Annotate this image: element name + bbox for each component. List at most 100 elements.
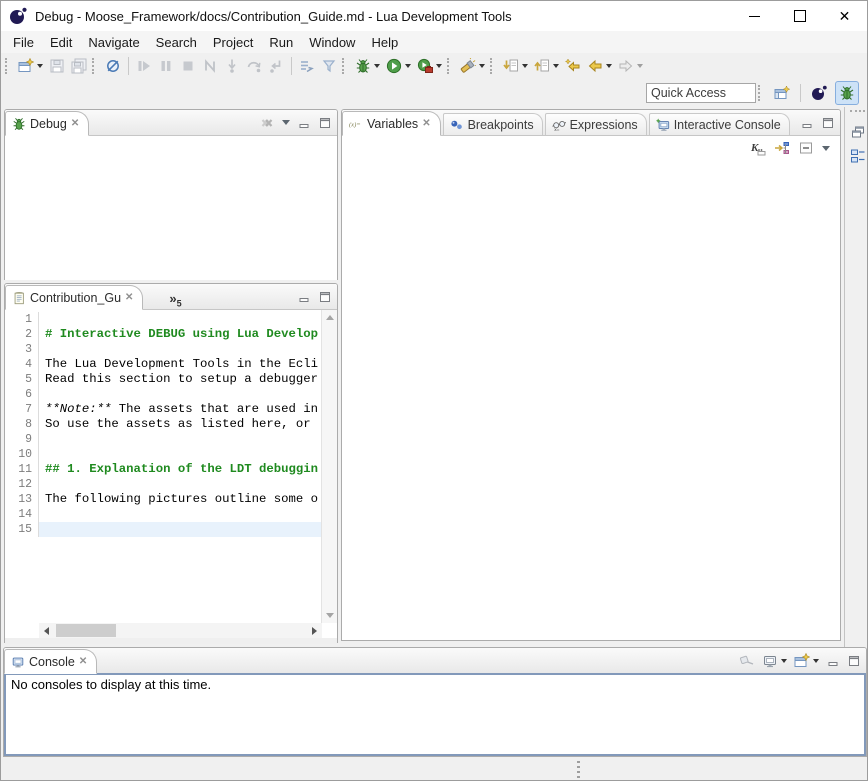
toolbar-grip[interactable] — [342, 58, 348, 74]
menu-item-edit[interactable]: Edit — [42, 33, 80, 52]
window-minimize-button[interactable] — [732, 1, 777, 31]
maximize-view-icon[interactable] — [318, 116, 332, 130]
editor-horizontal-scrollbar[interactable] — [39, 623, 322, 638]
run-to-line-button[interactable] — [297, 56, 317, 76]
line-number[interactable]: 13 — [5, 492, 39, 507]
line-number[interactable]: 3 — [5, 342, 39, 357]
restore-views-button[interactable] — [845, 120, 868, 144]
line-number[interactable]: 1 — [5, 312, 39, 327]
open-perspective-button[interactable] — [770, 81, 794, 105]
back-button[interactable] — [585, 56, 614, 76]
editor-body[interactable]: 12# Interactive DEBUG using Lua Develop3… — [5, 310, 337, 623]
show-logical-structure-icon[interactable] — [774, 140, 790, 156]
editor-line[interactable]: 15 — [5, 522, 322, 537]
window-maximize-button[interactable] — [777, 1, 822, 31]
line-number[interactable]: 6 — [5, 387, 39, 402]
toolbar-grip[interactable] — [490, 58, 496, 74]
tab-debug-close-icon[interactable]: ✕ — [71, 118, 79, 129]
tab-interactive-console[interactable]: Interactive Console — [649, 113, 790, 135]
tab-breakpoints[interactable]: Breakpoints — [443, 113, 543, 135]
line-number[interactable]: 8 — [5, 417, 39, 432]
editor-line[interactable]: 2# Interactive DEBUG using Lua Develop — [5, 327, 322, 342]
quick-access-input[interactable] — [646, 83, 756, 103]
search-dropdown[interactable] — [479, 64, 485, 68]
window-close-button[interactable]: ✕ — [822, 1, 867, 31]
step-into-button[interactable] — [222, 56, 242, 76]
show-type-names-icon[interactable]: K — [750, 140, 766, 156]
minimize-view-icon[interactable] — [297, 116, 311, 130]
variables-view-content[interactable] — [342, 160, 840, 640]
scroll-left-icon[interactable] — [39, 623, 54, 638]
editor-line[interactable]: 5Read this section to setup a debugger — [5, 372, 322, 387]
line-number[interactable]: 5 — [5, 372, 39, 387]
editor-line[interactable]: 11## 1. Explanation of the LDT debuggin — [5, 462, 322, 477]
line-number[interactable]: 11 — [5, 462, 39, 477]
editor-line[interactable]: 6 — [5, 387, 322, 402]
use-step-filters-button[interactable] — [319, 56, 339, 76]
previous-annotation-button[interactable] — [532, 56, 561, 76]
pin-console-icon[interactable] — [739, 653, 755, 669]
line-number[interactable]: 7 — [5, 402, 39, 417]
scroll-right-icon[interactable] — [307, 623, 322, 638]
line-number[interactable]: 10 — [5, 447, 39, 462]
editor-line[interactable]: 8So use the assets as listed here, or — [5, 417, 322, 432]
external-tools-button[interactable] — [415, 56, 444, 76]
line-number[interactable]: 2 — [5, 327, 39, 342]
tab-variables[interactable]: (x)= Variables ✕ — [342, 111, 441, 136]
menu-item-help[interactable]: Help — [363, 33, 406, 52]
menu-item-file[interactable]: File — [5, 33, 42, 52]
search-button[interactable] — [458, 56, 487, 76]
external-tools-dropdown[interactable] — [436, 64, 442, 68]
open-console-dropdown[interactable] — [813, 659, 819, 663]
terminate-button[interactable] — [178, 56, 198, 76]
debug-dropdown[interactable] — [374, 64, 380, 68]
next-annotation-dropdown[interactable] — [522, 64, 528, 68]
display-console-dropdown[interactable] — [781, 659, 787, 663]
editor-line[interactable]: 3 — [5, 342, 322, 357]
tab-variables-close-icon[interactable]: ✕ — [422, 118, 430, 129]
editor-line[interactable]: 10 — [5, 447, 322, 462]
collapse-all-icon[interactable] — [798, 140, 814, 156]
line-number[interactable]: 4 — [5, 357, 39, 372]
menu-item-window[interactable]: Window — [301, 33, 363, 52]
suspend-button[interactable] — [156, 56, 176, 76]
debug-button[interactable] — [353, 56, 382, 76]
back-dropdown[interactable] — [606, 64, 612, 68]
editor-line[interactable]: 7**Note:** The assets that are used in — [5, 402, 322, 417]
save-all-button[interactable] — [69, 56, 89, 76]
menu-item-project[interactable]: Project — [205, 33, 261, 52]
view-menu-icon[interactable] — [282, 120, 290, 125]
new-wizard-dropdown[interactable] — [37, 64, 43, 68]
tab-editor-contribution-guide[interactable]: Contribution_Gu ✕ — [5, 285, 143, 310]
line-number[interactable]: 12 — [5, 477, 39, 492]
forward-dropdown[interactable] — [637, 64, 643, 68]
previous-annotation-dropdown[interactable] — [553, 64, 559, 68]
status-bar-grip[interactable] — [577, 761, 580, 779]
line-number[interactable]: 14 — [5, 507, 39, 522]
editor-line[interactable]: 1 — [5, 312, 322, 327]
minimize-view-icon[interactable] — [297, 290, 311, 304]
tab-debug[interactable]: Debug ✕ — [5, 111, 89, 136]
toolbar-grip[interactable] — [5, 58, 11, 74]
open-console-button[interactable] — [794, 653, 819, 669]
resume-button[interactable] — [134, 56, 154, 76]
editor-vertical-scrollbar[interactable] — [321, 310, 337, 623]
skip-all-breakpoints-button[interactable] — [103, 56, 123, 76]
maximize-view-icon[interactable] — [318, 290, 332, 304]
strip-grip[interactable] — [850, 110, 865, 116]
editor-line[interactable]: 12 — [5, 477, 322, 492]
tab-console[interactable]: Console ✕ — [4, 649, 97, 674]
lua-perspective-button[interactable] — [807, 81, 831, 105]
hidden-editors-chevron[interactable]: »5 — [169, 291, 181, 309]
minimize-view-icon[interactable] — [800, 116, 814, 130]
display-selected-console-button[interactable] — [762, 653, 787, 669]
step-over-button[interactable] — [244, 56, 264, 76]
run-dropdown[interactable] — [405, 64, 411, 68]
save-button[interactable] — [47, 56, 67, 76]
editor-line[interactable]: 13The following pictures outline some o — [5, 492, 322, 507]
remove-all-terminated-icon[interactable] — [259, 115, 275, 131]
line-number[interactable]: 15 — [5, 522, 39, 537]
menu-item-run[interactable]: Run — [261, 33, 301, 52]
next-annotation-button[interactable] — [501, 56, 530, 76]
run-button[interactable] — [384, 56, 413, 76]
